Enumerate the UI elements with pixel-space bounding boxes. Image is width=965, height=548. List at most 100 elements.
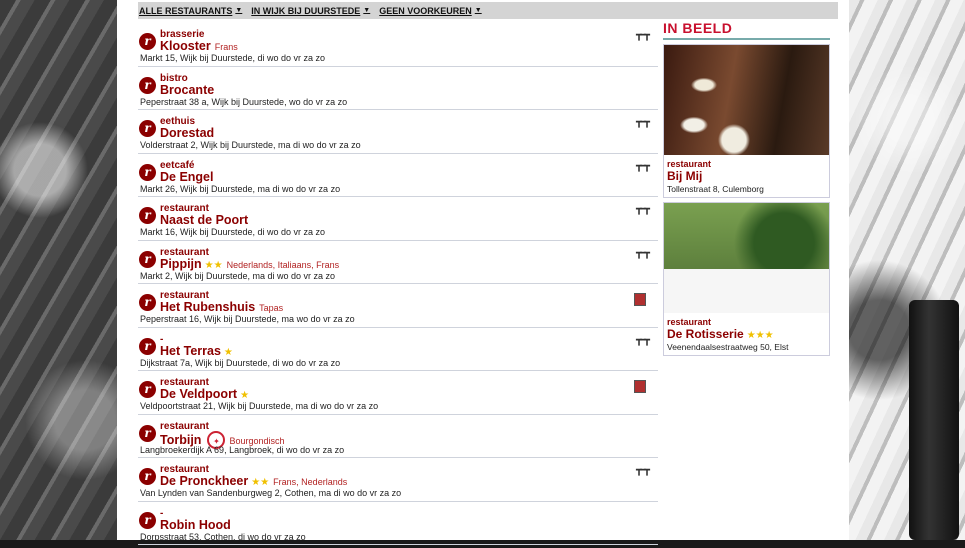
restaurant-list-item[interactable]: r restaurant Naast de Poort Markt 16, Wijk … — [138, 200, 658, 241]
star-rating: ★★ — [251, 477, 270, 488]
restaurant-address: Markt 2, Wijk bij Duurstede, ma di wo do… — [140, 270, 336, 281]
restaurant-list-item[interactable]: r eethuis Dorestad Volderstraat 2, Wijk bij… — [138, 113, 658, 154]
restaurant-address: Peperstraat 38 a, Wijk bij Duurstede, wo… — [140, 96, 348, 107]
restaurant-name-link[interactable]: De Veldpoort — [160, 387, 237, 401]
restaurant-list-item[interactable]: r restaurant De Pronckheer ★★ Frans, Nederla… — [138, 461, 658, 502]
restaurant-logo-icon: r — [139, 294, 156, 311]
restaurant-logo-icon: r — [139, 381, 156, 398]
terrace-icon: ┳━┳ — [635, 204, 650, 215]
restaurant-logo-icon: r — [139, 250, 156, 268]
terrace-icon: ┳━┳ — [635, 117, 650, 128]
restaurant-name-link[interactable]: De Engel — [160, 170, 214, 184]
terrace-icon: ┳━┳ — [635, 247, 650, 259]
restaurant-name-line: Pippijn ★★ Nederlands, Italiaans, Frans — [160, 257, 339, 271]
restaurant-logo-icon: r — [139, 511, 156, 529]
card-type: restaurant — [667, 159, 712, 169]
restaurant-list: r brasserie Klooster Frans Markt 15, Wijk bi… — [138, 26, 658, 548]
restaurant-address: Markt 26, Wijk bij Duurstede, ma di wo d… — [140, 183, 341, 194]
terrace-icon: ┳━┳ — [635, 30, 650, 41]
restaurant-logo-icon: r — [139, 76, 156, 94]
restaurant-address: Veldpoortstraat 21, Wijk bij Duurstede, … — [140, 401, 379, 411]
card-address: Tollenstraat 8, Culemborg — [667, 184, 764, 194]
restaurant-address: Volderstraat 2, Wijk bij Duurstede, ma d… — [140, 140, 361, 150]
sidebar-title: IN BEELD — [663, 20, 830, 40]
restaurant-name-line: Robin Hood — [160, 518, 231, 532]
restaurant-address: Van Lynden van Sandenburgweg 2, Cothen, … — [140, 488, 402, 498]
restaurant-name-link[interactable]: Dorestad — [160, 126, 214, 140]
restaurant-name-line: Het Terras ★ — [160, 344, 233, 358]
star-rating: ★★ — [204, 259, 223, 271]
filter-label: GEEN VOORKEUREN — [379, 5, 472, 16]
filter-bar: ALLE RESTAURANTS ▼ IN WIJK BIJ DUURSTEDE ▼… — [138, 2, 838, 19]
restaurant-address: Markt 15, Wijk bij Duurstede, di wo do v… — [140, 53, 326, 63]
restaurant-name-link[interactable]: Naast de Poort — [160, 213, 248, 227]
terrace-icon: ┳━┳ — [635, 160, 650, 172]
restaurant-name-line: Het Rubenshuis Tapas — [160, 300, 283, 314]
restaurant-address: Langbroekerdijk A 69, Langbroek, di wo d… — [140, 444, 345, 455]
in-beeld-sidebar: IN BEELD restaurant Bij Mij Tollenstraat… — [663, 20, 830, 356]
restaurant-name-line: De Pronckheer ★★ Frans, Nederlands — [160, 474, 347, 488]
restaurant-list-item[interactable]: r brasserie Klooster Frans Markt 15, Wijk bi… — [138, 26, 658, 67]
restaurant-logo-icon: r — [139, 468, 156, 485]
cuisine-label: Nederlands, Italiaans, Frans — [226, 259, 340, 270]
restaurant-name-line: Klooster Frans — [160, 39, 238, 53]
restaurant-list-item[interactable]: r restaurant Pippijn ★★ Nederlands, Italiaan… — [138, 244, 658, 284]
restaurant-name-link[interactable]: Het Rubenshuis — [160, 300, 255, 314]
restaurant-list-item[interactable]: r restaurant Het Rubenshuis Tapas Peperstraa… — [138, 287, 658, 328]
featured-card[interactable]: restaurant Bij Mij Tollenstraat 8, Culem… — [663, 44, 830, 198]
restaurant-list-item[interactable]: r restaurant De Veldpoort ★ Veldpoortstraat … — [138, 374, 658, 415]
terrace-table-photo[interactable] — [664, 203, 829, 313]
restaurant-name-link[interactable]: Brocante — [160, 83, 214, 97]
restaurant-name-link[interactable]: Klooster — [160, 39, 211, 53]
restaurant-name-line: De Veldpoort ★ — [160, 387, 249, 401]
restaurant-logo-icon: r — [139, 337, 156, 355]
card-address: Veenendaalsestraatweg 50, Elst — [667, 342, 789, 352]
restaurant-logo-icon: r — [139, 163, 156, 181]
restaurant-name-link[interactable]: Het Terras — [160, 344, 221, 358]
menu-book-icon — [634, 293, 646, 306]
restaurant-logo-icon: r — [139, 33, 156, 50]
filter-location-dropdown[interactable]: IN WIJK BIJ DUURSTEDE ▼ — [251, 6, 370, 16]
restaurant-address: Dorpsstraat 53, Cothen, di wo do vr za z… — [140, 531, 306, 542]
restaurant-list-item[interactable]: r bistro Brocante Peperstraat 38 a, Wijk bi… — [138, 70, 658, 110]
restaurant-logo-icon: r — [139, 120, 156, 137]
restaurant-name-line: De Engel — [160, 170, 214, 184]
star-rating: ★ — [240, 390, 250, 401]
restaurant-address: Peperstraat 16, Wijk bij Duurstede, ma w… — [140, 314, 355, 324]
caret-down-icon: ▼ — [363, 7, 371, 14]
card-name-link[interactable]: Bij Mij — [667, 169, 825, 183]
content-page: ALLE RESTAURANTS ▼ IN WIJK BIJ DUURSTEDE ▼… — [117, 0, 849, 545]
card-name: De Rotisserie — [667, 327, 744, 341]
card-name: Bij Mij — [667, 169, 703, 183]
restaurant-name-line: Dorestad — [160, 126, 214, 140]
restaurant-name-link[interactable]: Robin Hood — [160, 518, 231, 532]
restaurant-logo-icon: r — [139, 424, 156, 442]
caret-down-icon: ▼ — [474, 7, 482, 14]
restaurant-list-item[interactable]: r eetcafé De Engel Markt 26, Wijk bij Duurs… — [138, 157, 658, 197]
card-name-link[interactable]: De Rotisserie ★★★ — [667, 327, 825, 341]
cuisine-label: Frans — [214, 42, 238, 52]
featured-card[interactable]: restaurant De Rotisserie ★★★ Veenendaalse… — [663, 202, 830, 356]
restaurant-list-item[interactable]: r - Het Terras ★ Dijkstraat 7a, Wijk bij Duu… — [138, 331, 658, 371]
restaurant-address: Dijkstraat 7a, Wijk bij Duurstede, di wo… — [140, 357, 341, 368]
caret-down-icon: ▼ — [235, 7, 243, 14]
restaurant-name-link[interactable]: Pippijn — [160, 257, 202, 271]
filter-label: IN WIJK BIJ DUURSTEDE — [251, 5, 361, 16]
restaurant-name-link[interactable]: De Pronckheer — [160, 474, 248, 488]
terrace-icon: ┳━┳ — [635, 334, 650, 346]
restaurant-address: Markt 16, Wijk bij Duurstede, di wo do v… — [140, 227, 326, 237]
cuisine-label: Tapas — [259, 303, 284, 313]
filter-label: ALLE RESTAURANTS — [139, 5, 233, 16]
restaurant-list-item[interactable]: r restaurant Torbijn ✦ Bourgondisch Langbroek… — [138, 418, 658, 458]
background-photo-right — [849, 0, 965, 540]
star-rating: ★★★ — [746, 330, 774, 341]
restaurant-name-line: Naast de Poort — [160, 213, 248, 227]
filter-restaurants-dropdown[interactable]: ALLE RESTAURANTS ▼ — [139, 6, 242, 16]
card-type: restaurant — [667, 317, 712, 327]
menu-book-icon — [634, 380, 646, 393]
restaurant-list-item[interactable]: r - Robin Hood Dorpsstraat 53, Cothen, di w… — [138, 505, 658, 545]
wine-bottles-photo[interactable] — [664, 45, 829, 155]
star-rating: ★ — [223, 346, 233, 358]
cuisine-label: Frans, Nederlands — [273, 477, 348, 487]
filter-preferences-dropdown[interactable]: GEEN VOORKEUREN ▼ — [379, 6, 481, 16]
